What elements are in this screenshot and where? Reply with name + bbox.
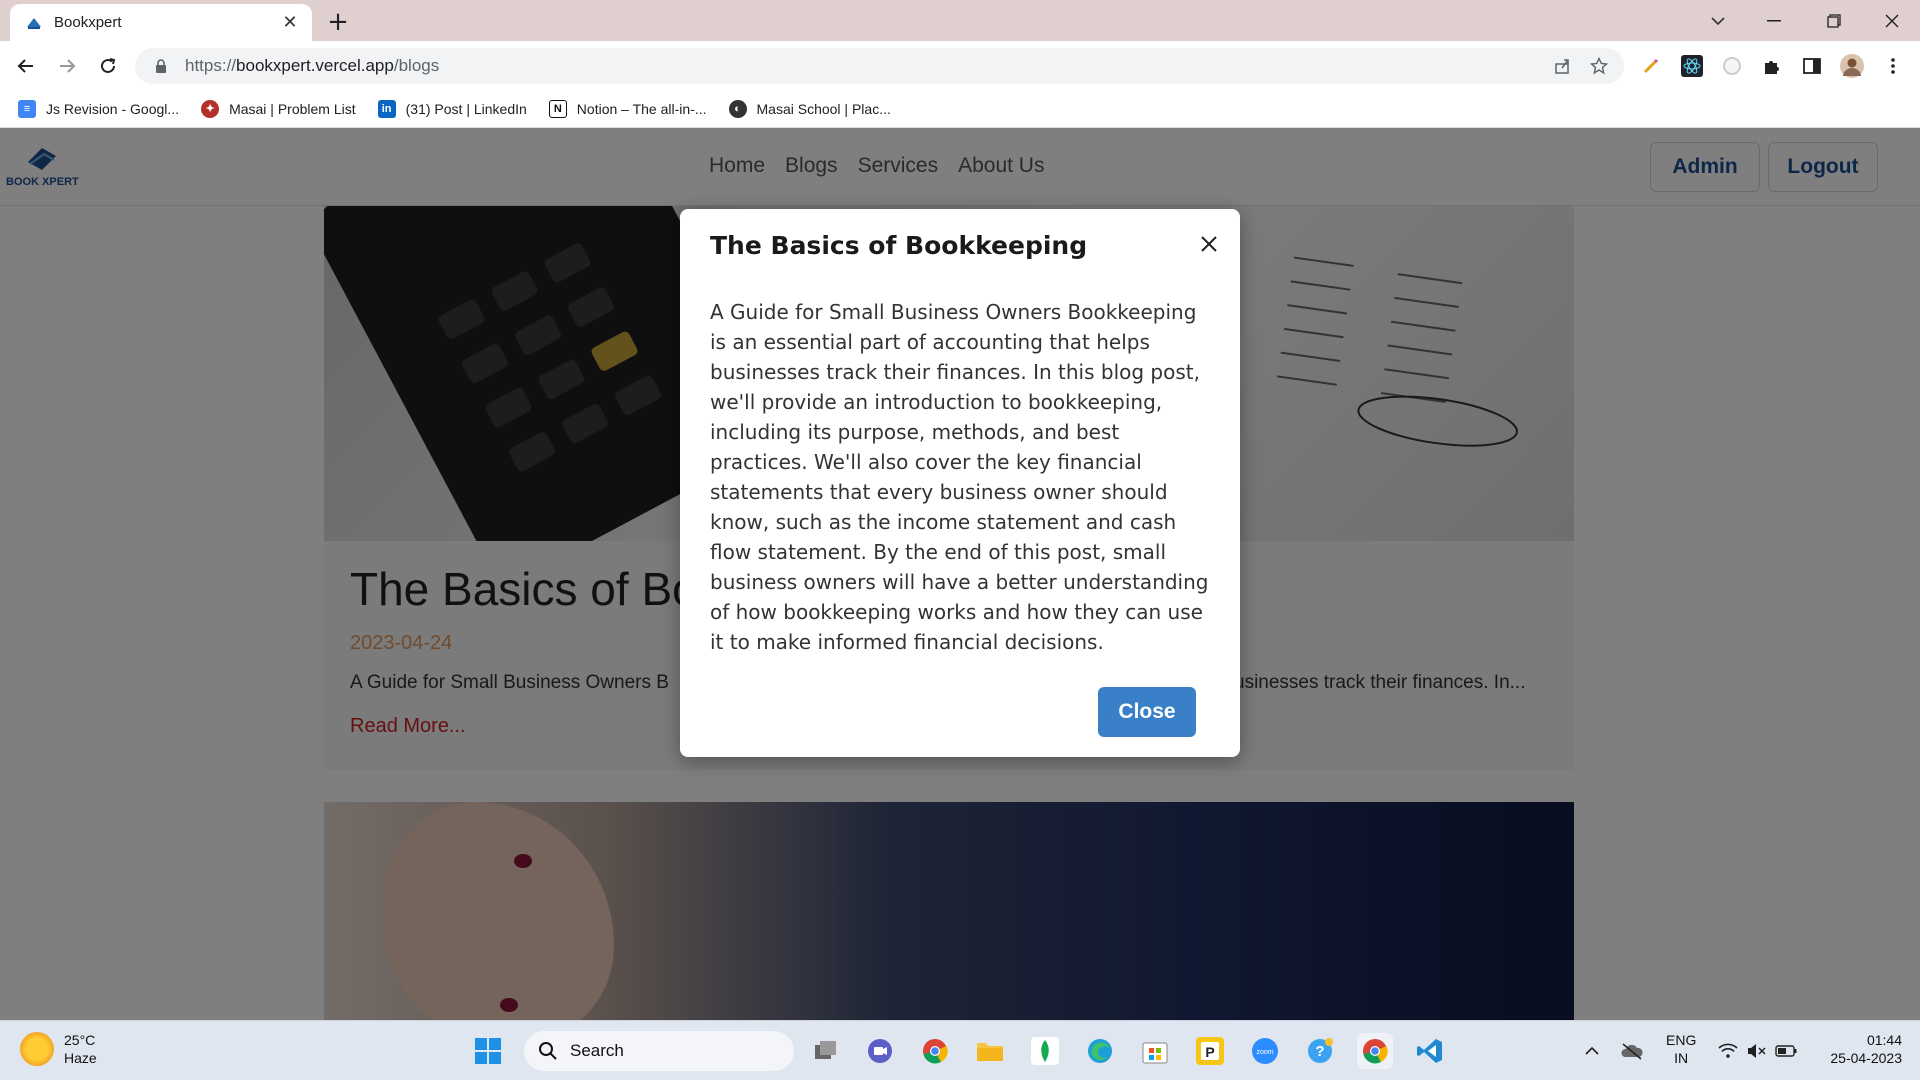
extensions-puzzle-icon[interactable] — [1759, 53, 1785, 79]
windows-start-icon[interactable] — [470, 1033, 506, 1069]
bookmark-masai-problem-list[interactable]: ✦ Masai | Problem List — [201, 99, 356, 118]
search-label: Search — [570, 1041, 624, 1060]
bookmark-masai-school[interactable]: ◐ Masai School | Plac... — [728, 99, 891, 118]
edge-icon[interactable] — [1082, 1033, 1118, 1069]
close-icon[interactable] — [1194, 229, 1224, 259]
tab-title: Bookxpert — [54, 14, 122, 31]
browser-toolbar: https://bookxpert.vercel.app/blogs — [0, 41, 1920, 90]
linkedin-icon: in — [377, 99, 396, 118]
address-bar[interactable]: https://bookxpert.vercel.app/blogs — [135, 48, 1624, 84]
taskbar-search[interactable]: Search — [524, 1031, 794, 1071]
weather-temp: 25°C — [64, 1032, 96, 1048]
battery-icon[interactable] — [1768, 1033, 1804, 1069]
clock-time: 01:44 — [1866, 1032, 1902, 1048]
svg-text:P: P — [1205, 1044, 1214, 1060]
chrome-menu-icon[interactable] — [1880, 53, 1906, 79]
mongodb-compass-icon[interactable] — [1027, 1033, 1063, 1069]
new-tab-button[interactable]: + — [324, 7, 352, 37]
share-icon[interactable] — [1553, 56, 1573, 76]
bookxpert-favicon-icon — [24, 13, 44, 33]
weather-condition: Haze — [64, 1050, 97, 1066]
vscode-icon[interactable] — [1412, 1033, 1448, 1069]
extension-circle-icon[interactable] — [1719, 53, 1745, 79]
modal-title: The Basics of Bookkeeping — [710, 231, 1088, 260]
bookmark-star-icon[interactable] — [1589, 56, 1609, 76]
help-feedback-icon[interactable]: ? — [1302, 1033, 1338, 1069]
masai-icon: ✦ — [201, 99, 220, 118]
back-button[interactable] — [10, 50, 42, 82]
globe-icon: ◐ — [728, 99, 747, 118]
file-explorer-icon[interactable] — [972, 1033, 1008, 1069]
svg-text:zoom: zoom — [1256, 1049, 1273, 1056]
clock-date: 25-04-2023 — [1830, 1050, 1902, 1066]
bookmark-linkedin[interactable]: in (31) Post | LinkedIn — [377, 99, 527, 118]
url-text: https://bookxpert.vercel.app/blogs — [185, 56, 440, 75]
tab-strip: Bookxpert ✕ + — [0, 0, 1920, 41]
profile-avatar[interactable] — [1839, 53, 1865, 79]
chrome-active-icon[interactable] — [1357, 1033, 1393, 1069]
reload-button[interactable] — [92, 50, 124, 82]
clock[interactable]: 01:44 25-04-2023 — [1812, 1031, 1902, 1067]
close-window-button[interactable] — [1864, 0, 1920, 41]
browser-tab[interactable]: Bookxpert ✕ — [10, 4, 312, 41]
teams-chat-icon[interactable] — [862, 1033, 898, 1069]
task-view-icon[interactable] — [808, 1033, 844, 1069]
minimize-button[interactable] — [1746, 0, 1802, 41]
zoom-icon[interactable]: zoom — [1247, 1033, 1283, 1069]
postman-like-icon[interactable]: P — [1192, 1033, 1228, 1069]
onedrive-icon[interactable] — [1614, 1033, 1650, 1069]
notion-icon: N — [548, 99, 567, 118]
weather-widget[interactable]: 25°C Haze — [20, 1031, 97, 1067]
tab-search-chevron-icon[interactable] — [1690, 0, 1746, 41]
pen-extension-icon[interactable] — [1638, 53, 1664, 79]
bookmarks-bar: ≡ Js Revision - Googl... ✦ Masai | Probl… — [0, 90, 1920, 128]
language-indicator[interactable]: ENG IN — [1666, 1031, 1696, 1067]
restore-button[interactable] — [1806, 0, 1862, 41]
react-devtools-icon[interactable] — [1679, 53, 1705, 79]
forward-button[interactable] — [51, 50, 83, 82]
tray-chevron-up-icon[interactable] — [1574, 1033, 1610, 1069]
google-docs-icon: ≡ — [18, 99, 36, 118]
modal-close-button[interactable]: Close — [1098, 687, 1196, 737]
side-panel-icon[interactable] — [1799, 53, 1825, 79]
bookmark-js-revision[interactable]: ≡ Js Revision - Googl... — [18, 99, 179, 118]
search-icon — [539, 1042, 557, 1060]
svg-text:?: ? — [1315, 1043, 1324, 1060]
tab-close-icon[interactable]: ✕ — [280, 12, 300, 33]
microsoft-store-icon[interactable] — [1137, 1033, 1173, 1069]
bookmark-notion[interactable]: N Notion – The all-in-... — [548, 99, 707, 118]
haze-sun-icon — [20, 1032, 54, 1066]
lock-icon[interactable] — [151, 56, 171, 76]
blog-modal: The Basics of Bookkeeping A Guide for Sm… — [680, 209, 1240, 757]
modal-body-text: A Guide for Small Business Owners Bookke… — [710, 300, 1209, 654]
windows-taskbar: 25°C Haze Search P zoom ? ENG IN 01:44 2… — [0, 1020, 1920, 1080]
chrome-icon[interactable] — [917, 1033, 953, 1069]
